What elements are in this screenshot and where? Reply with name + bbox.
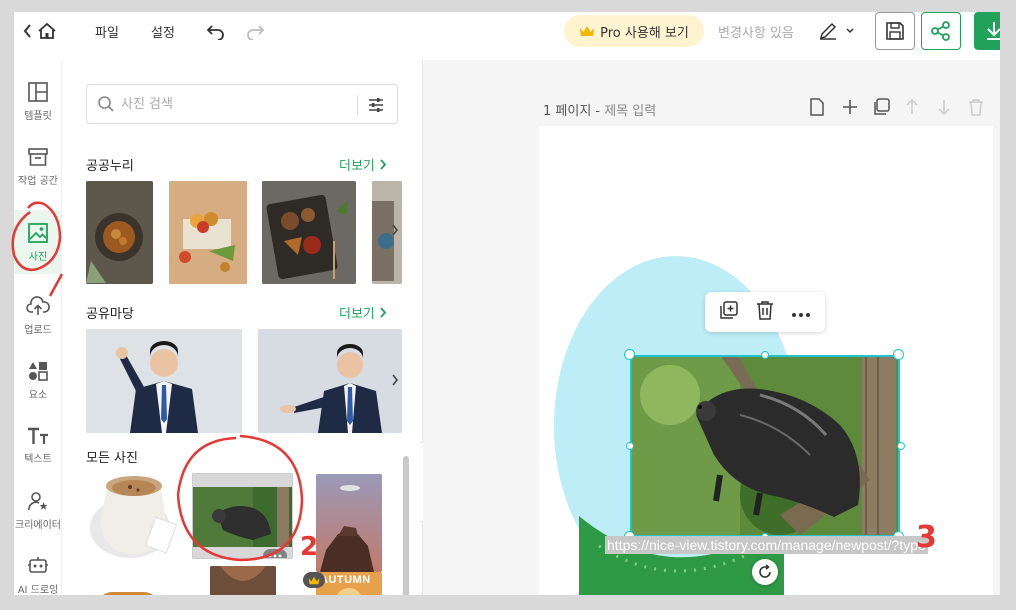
annotation-number-2: 2 (300, 532, 319, 562)
red-annotations (11, 201, 304, 562)
annotation-number-3: 3 (916, 520, 937, 555)
